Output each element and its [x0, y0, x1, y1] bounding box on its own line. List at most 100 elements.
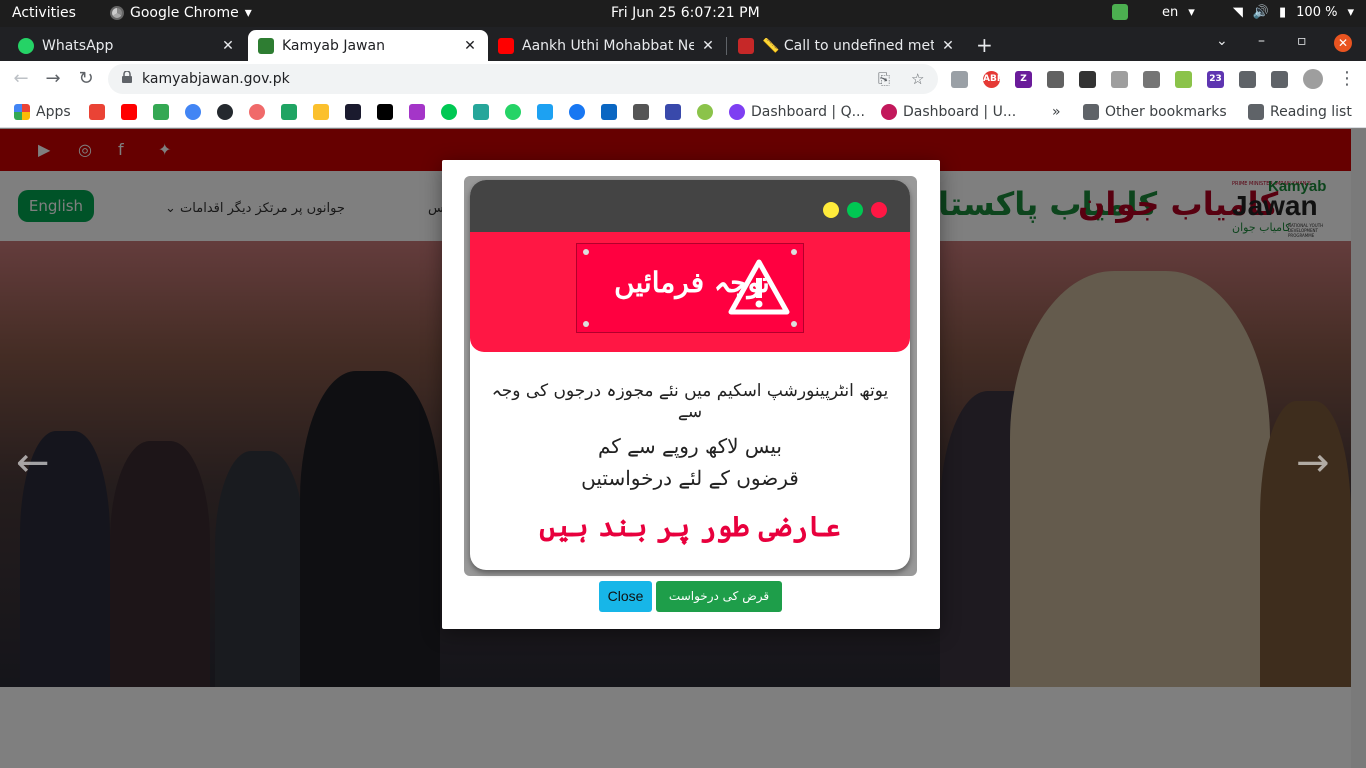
avatar[interactable] [1303, 69, 1323, 89]
tab-kamyab-jawan[interactable]: Kamyab Jawan ✕ [248, 30, 488, 61]
activities-button[interactable]: Activities [12, 5, 76, 21]
reading-list-icon [1248, 104, 1264, 120]
chrome-icon [110, 6, 124, 20]
bookmark-label: Other bookmarks [1105, 104, 1227, 120]
close-button[interactable]: Close [599, 581, 652, 612]
minimize-icon[interactable]: – [1258, 33, 1265, 49]
wifi-icon: ◥ [1232, 4, 1243, 20]
whatsapp-icon[interactable] [505, 104, 521, 120]
bookmark-icon[interactable] [441, 104, 457, 120]
tab-whatsapp[interactable]: WhatsApp ✕ [8, 30, 246, 61]
app-name: Google Chrome [130, 5, 239, 21]
menu-icon[interactable]: ⋮ [1336, 68, 1358, 90]
update-icon[interactable] [1112, 4, 1129, 20]
close-icon[interactable]: ✕ [700, 38, 716, 54]
bookmark-other[interactable]: Other bookmarks [1083, 104, 1227, 120]
eyedropper-icon[interactable] [1047, 71, 1064, 88]
gmail-icon[interactable] [89, 104, 105, 120]
bookmark-label: Apps [36, 104, 71, 120]
notice-line-2: بیس لاکھ روپے سے کم [597, 434, 782, 458]
browser-toolbar: ← → ↻ kamyabjawan.gov.pk ⎘ ☆ ABP Z 23 ⋮ [0, 61, 1366, 97]
screw-icon [583, 249, 589, 255]
github-icon[interactable] [217, 104, 233, 120]
screw-icon [583, 321, 589, 327]
notice-image: توجہ فرمائیں یوتھ انٹرپینورشپ اسکیم میں … [464, 176, 917, 576]
page-scrollbar[interactable] [1351, 129, 1366, 768]
twitter-icon[interactable] [537, 104, 553, 120]
apps-grid-icon [14, 104, 30, 120]
bookmark-icon[interactable] [345, 104, 361, 120]
extension-badge-icon[interactable]: 23 [1207, 71, 1224, 88]
puzzle-icon[interactable] [1239, 71, 1256, 88]
h-icon[interactable] [409, 104, 425, 120]
maximize-icon[interactable]: ▫ [1297, 33, 1307, 49]
bookmark-label: Dashboard | U... [903, 104, 1017, 120]
yellow-dot-icon [823, 202, 839, 218]
medium-icon[interactable] [377, 104, 393, 120]
google-icon[interactable] [185, 104, 201, 120]
extension-icon[interactable] [951, 71, 968, 88]
more-bookmarks-button[interactable]: » [1052, 104, 1061, 120]
bookmark-dashboard-q[interactable]: Dashboard | Q... [729, 104, 865, 120]
tab-youtube[interactable]: Aankh Uthi Mohabbat Ne ✕ [488, 30, 726, 61]
screw-icon [791, 321, 797, 327]
close-icon[interactable]: ✕ [220, 38, 236, 54]
carousel-prev-arrow[interactable]: ← [16, 440, 50, 486]
bookmark-apps[interactable]: Apps [14, 104, 71, 120]
media-icon[interactable] [1271, 71, 1288, 88]
reload-button[interactable]: ↻ [75, 68, 97, 90]
youtube-icon[interactable] [121, 104, 137, 120]
maps-icon[interactable] [153, 104, 169, 120]
carousel-next-arrow[interactable]: → [1296, 440, 1330, 486]
tab-search-icon[interactable]: ⌄ [1216, 33, 1228, 49]
asana-icon[interactable] [249, 104, 265, 120]
app-menu[interactable]: Google Chrome ▾ [110, 5, 252, 21]
bookmark-icon[interactable] [665, 104, 681, 120]
classroom-icon[interactable] [313, 104, 329, 120]
system-top-bar: Activities Google Chrome ▾ Fri Jun 25 6:… [0, 0, 1366, 27]
reading-list[interactable]: Reading list [1248, 104, 1352, 120]
notice-window: توجہ فرمائیں یوتھ انٹرپینورشپ اسکیم میں … [470, 180, 910, 570]
bookmark-icon[interactable] [473, 104, 489, 120]
dashboard-icon [881, 104, 897, 120]
z-extension-icon[interactable]: Z [1015, 71, 1032, 88]
tab-separator [726, 37, 727, 55]
url-text[interactable]: kamyabjawan.gov.pk [142, 71, 290, 87]
drive-icon[interactable] [281, 104, 297, 120]
close-icon[interactable]: ✕ [462, 38, 478, 54]
tab-label: Kamyab Jawan [282, 37, 385, 54]
adblock-plus-icon[interactable]: ABP [983, 71, 1003, 88]
youtube-icon [498, 37, 514, 54]
chevron-down-icon: ▾ [1188, 4, 1195, 20]
bookmark-icon[interactable] [697, 104, 713, 120]
sheet-icon[interactable] [1175, 71, 1192, 88]
notice-banner: توجہ فرمائیں [470, 232, 910, 352]
camera-icon[interactable] [1111, 71, 1128, 88]
address-bar[interactable]: kamyabjawan.gov.pk ⎘ ☆ [108, 64, 938, 94]
linkedin-icon[interactable] [601, 104, 617, 120]
extension-icon[interactable] [1143, 71, 1160, 88]
battery-level: 100 % [1296, 4, 1338, 20]
t-icon [738, 37, 754, 54]
facebook-icon[interactable] [569, 104, 585, 120]
back-button[interactable]: ← [10, 68, 32, 90]
window-close-button[interactable]: ✕ [1334, 34, 1352, 52]
notice-line-1: یوتھ انٹرپینورشپ اسکیم میں نئے مجوزہ درج… [491, 381, 889, 422]
battery-icon: ▮ [1279, 4, 1287, 20]
bookmark-icon[interactable] [633, 104, 649, 120]
loan-application-button[interactable]: قرض کی درخواست [656, 581, 782, 612]
bookmark-label: Dashboard | Q... [751, 104, 865, 120]
system-tray[interactable]: en ▾ ◥ 🔊 ▮ 100 % ▾ [1112, 4, 1354, 20]
close-icon[interactable]: ✕ [940, 38, 956, 54]
tab-undefined-method[interactable]: 📏 Call to undefined meth ✕ [728, 30, 966, 61]
star-icon[interactable]: ☆ [911, 70, 924, 88]
chevron-down-icon: ▾ [1347, 4, 1354, 20]
language-indicator[interactable]: en [1162, 5, 1178, 20]
forward-button[interactable]: → [42, 68, 64, 90]
extension-icon[interactable] [1079, 71, 1096, 88]
translate-icon[interactable]: ⎘ [878, 70, 890, 88]
bookmark-dashboard-u[interactable]: Dashboard | U... [881, 104, 1016, 120]
clock[interactable]: Fri Jun 25 6:07:21 PM [611, 5, 760, 21]
new-tab-button[interactable]: + [976, 33, 993, 57]
tab-label: 📏 Call to undefined meth [762, 37, 934, 54]
